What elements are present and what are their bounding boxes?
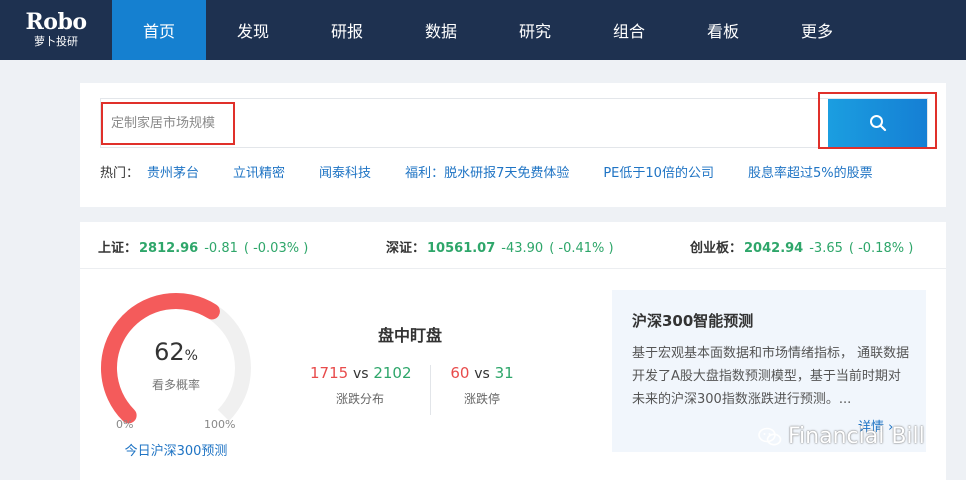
hot-link[interactable]: 贵州茅台: [147, 162, 199, 181]
stat-label: 涨跌分布: [335, 392, 384, 406]
index-row: 上证： 2812.96 -0.81 ( -0.03% ) 深证： 10561.07 -43…: [80, 222, 946, 269]
search-box: [100, 98, 928, 148]
index-percent: ( -0.18% ): [848, 241, 914, 256]
watermark: Financial Bill: [758, 424, 925, 449]
nav-items: 首页 发现 研报 数据 研究 组合 看板 更多: [112, 0, 864, 60]
hot-link[interactable]: 福利：脱水研报7天免费体验: [405, 162, 569, 181]
stat-vs: vs: [352, 366, 369, 382]
hot-link[interactable]: PE低于10倍的公司: [603, 162, 714, 181]
stat-limit[interactable]: 60 vs 31 涨跌停: [442, 364, 522, 407]
nav-item-research[interactable]: 研究: [488, 0, 582, 60]
intraday-title: 盘中盯盘: [378, 326, 443, 345]
bull-probability-gauge: 62% 看多概率 0% 100% 今日沪深300预测: [96, 288, 256, 459]
nav-item-home[interactable]: 首页: [112, 0, 206, 60]
hot-link[interactable]: 立讯精密: [233, 162, 285, 181]
stat-limit-down: 31: [494, 364, 514, 382]
index-chinext[interactable]: 创业板： 2042.94 -3.65 ( -0.18% ): [690, 237, 913, 256]
prediction-text: 基于宏观基本面数据和市场情绪指标， 通联数据开发了A股大盘指数预测模型，基于当前…: [632, 346, 910, 407]
wechat-icon: [758, 427, 782, 445]
index-shanghai[interactable]: 上证： 2812.96 -0.81 ( -0.03% ): [98, 237, 308, 256]
index-percent: ( -0.03% ): [243, 241, 309, 256]
nav-item-reports[interactable]: 研报: [300, 0, 394, 60]
index-change: -3.65: [809, 241, 843, 256]
nav-item-data[interactable]: 数据: [394, 0, 488, 60]
search-icon: [869, 115, 886, 132]
gauge-value: 62%: [96, 338, 256, 366]
index-name: 上证：: [98, 241, 138, 256]
logo-main-text: Robo: [25, 9, 87, 35]
stat-up-count: 1715: [310, 364, 349, 382]
gauge-number: 62: [154, 338, 185, 366]
index-name: 深证：: [386, 241, 426, 256]
watermark-text: Financial Bill: [788, 424, 925, 449]
hot-searches: 热门： 贵州茅台 立讯精密 闻泰科技 福利：脱水研报7天免费体验 PE低于10倍…: [100, 162, 873, 181]
index-value: 10561.07: [427, 241, 496, 256]
gauge-max-label: 100%: [204, 418, 236, 431]
top-nav: Robo 萝卜投研 首页 发现 研报 数据 研究 组合 看板 更多: [0, 0, 966, 60]
prediction-title: 沪深300智能预测: [632, 312, 754, 330]
stat-down-count: 2102: [373, 364, 412, 382]
index-name: 创业板：: [690, 241, 743, 256]
logo-sub-text: 萝卜投研: [34, 35, 78, 48]
nav-item-discover[interactable]: 发现: [206, 0, 300, 60]
gauge-unit: %: [184, 348, 198, 364]
index-shenzhen[interactable]: 深证： 10561.07 -43.90 ( -0.41% ): [386, 237, 614, 256]
hot-link[interactable]: 闻泰科技: [319, 162, 371, 181]
search-input[interactable]: [101, 99, 838, 147]
index-change: -43.90: [501, 241, 544, 256]
search-card: 热门： 贵州茅台 立讯精密 闻泰科技 福利：脱水研报7天免费体验 PE低于10倍…: [80, 83, 946, 207]
stat-divider: [430, 365, 431, 415]
stat-distribution[interactable]: 1715 vs 2102 涨跌分布: [310, 364, 412, 407]
index-value: 2812.96: [139, 241, 199, 256]
search-button[interactable]: [828, 99, 927, 147]
stat-limit-up: 60: [450, 364, 470, 382]
hs300-prediction-link[interactable]: 今日沪深300预测: [96, 440, 256, 459]
gauge-label: 看多概率: [151, 378, 200, 392]
index-percent: ( -0.41% ): [549, 241, 614, 256]
nav-item-more[interactable]: 更多: [770, 0, 864, 60]
index-value: 2042.94: [744, 241, 804, 256]
hot-label: 热门：: [100, 166, 140, 181]
stat-label: 涨跌停: [463, 392, 500, 406]
index-change: -0.81: [204, 241, 238, 256]
nav-item-dashboard[interactable]: 看板: [676, 0, 770, 60]
hot-link[interactable]: 股息率超过5%的股票: [748, 162, 873, 181]
logo[interactable]: Robo 萝卜投研: [0, 0, 112, 60]
stat-vs: vs: [474, 366, 490, 382]
nav-item-portfolio[interactable]: 组合: [582, 0, 676, 60]
gauge-min-label: 0%: [116, 418, 134, 431]
